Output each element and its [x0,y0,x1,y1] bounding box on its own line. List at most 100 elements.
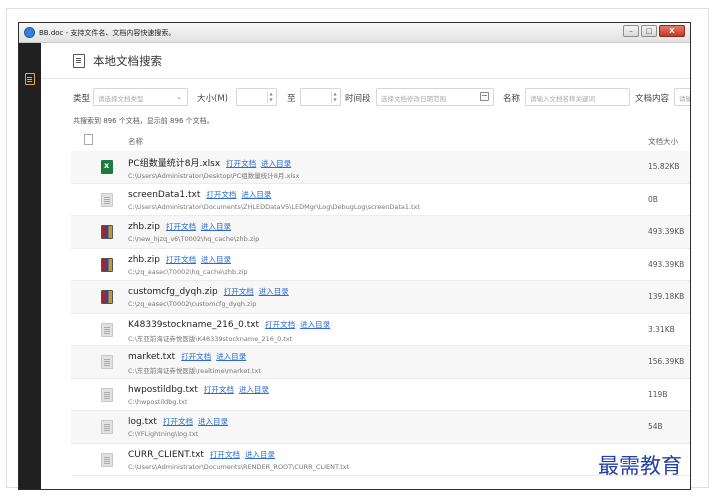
open-folder-link[interactable]: 进入目录 [245,450,275,459]
size-column-header[interactable]: 文档大小 [648,136,678,147]
zip-icon [101,225,113,239]
table-row[interactable]: screenData1.txt 打开文档 进入目录 C:\Users\Administ… [71,184,690,216]
file-size: 119B [648,389,668,399]
table-row[interactable]: customcfg_dyqh.zip 打开文档 进入目录 C:\zq_easec\T0… [71,281,690,314]
size-min-input[interactable]: ▲ ▼ [236,88,277,106]
open-folder-link[interactable]: 进入目录 [201,222,231,231]
open-folder-link[interactable]: 进入目录 [198,417,228,426]
file-name-text: log.txt [128,417,157,427]
calendar-icon[interactable] [480,92,489,101]
open-document-link[interactable]: 打开文档 [166,255,196,264]
page-header: 本地文档搜索 [41,43,690,79]
date-placeholder: 选择文档修改日期范围 [381,95,446,103]
content-search-input[interactable]: 请输... [674,88,690,106]
name-search-input[interactable]: 请输入文档名称关键词 [525,88,630,106]
name-column-header[interactable]: 名称 [128,136,143,147]
type-label: 类型 [73,94,91,104]
file-column-icon [84,134,93,145]
open-folder-link[interactable]: 进入目录 [241,190,271,199]
open-folder-link[interactable]: 进入目录 [216,352,246,361]
table-row[interactable]: hwpostildbg.txt 打开文档 进入目录 C:\hwpostildbg.tx… [71,379,690,411]
open-document-link[interactable]: 打开文档 [210,450,240,459]
open-document-link[interactable]: 打开文档 [206,190,236,199]
open-document-link[interactable]: 打开文档 [163,417,193,426]
size-label: 大小(M) [197,94,228,104]
table-row[interactable]: log.txt 打开文档 进入目录 C:\YFLightning\log.txt 54B [71,411,690,444]
size-max-input[interactable]: ▲ ▼ [300,88,341,106]
file-name: zhb.zip 打开文档 进入目录 [128,254,236,265]
row-actions: 打开文档 进入目录 [226,158,296,169]
text-file-icon [101,192,113,207]
type-placeholder: 请选择文档类型 [98,95,144,103]
content-label: 文档内容 [635,94,670,104]
file-path: C:\东亚前海证券悦医版\K48339stockname_216_0.txt [128,334,293,343]
table-row[interactable]: K48339stockname_216_0.txt 打开文档 进入目录 C:\东亚前海… [71,314,690,346]
document-icon[interactable] [25,73,35,85]
zip-icon [101,257,113,272]
row-actions: 打开文档 进入目录 [163,416,233,427]
open-document-link[interactable]: 打开文档 [166,222,196,231]
file-name-text: market.txt [128,352,176,362]
open-folder-link[interactable]: 进入目录 [259,287,289,296]
open-folder-link[interactable]: 进入目录 [239,385,269,394]
file-path: C:\Users\Administrator\Desktop\PC组数量统计8月… [128,172,300,180]
file-size: 493.39KB [648,259,685,269]
name-label: 名称 [503,94,521,104]
page-title: 本地文档搜索 [93,54,162,68]
file-size: 0B [648,194,658,204]
name-placeholder: 请输入文档名称关键词 [530,95,595,103]
file-name: PC组数量统计8月.xlsx 打开文档 进入目录 [128,156,296,169]
file-name-text: K48339stockname_216_0.txt [128,319,260,330]
text-file-icon [101,322,113,337]
open-document-link[interactable]: 打开文档 [226,159,256,168]
open-folder-link[interactable]: 进入目录 [261,159,291,168]
row-actions: 打开文档 进入目录 [204,384,274,395]
chevron-down-icon: ⌄ [176,93,182,101]
open-document-link[interactable]: 打开文档 [181,352,211,361]
minimize-button[interactable]: – [623,25,639,37]
type-select[interactable]: 请选择文档类型 ⌄ [93,88,188,106]
open-document-link[interactable]: 打开文档 [224,287,254,296]
file-path: C:\东亚前海证券悦医版\realtime\market.txt [128,367,261,375]
file-size: 54B [648,422,663,431]
file-name-text: zhb.zip [128,254,160,265]
file-size: 156.39KB [648,357,685,366]
main-panel: 本地文档搜索 类型 请选择文档类型 ⌄ 大小(M) ▲ ▼ 至 ▲ ▼ 时间段 选择… [41,43,690,489]
title-bar[interactable]: BB.doc - 支持文件名、文档内容快速搜索。 – □ X [19,23,690,43]
app-window: BB.doc - 支持文件名、文档内容快速搜索。 – □ X 本地文档搜索 类型… [18,22,691,490]
document-icon [73,54,85,68]
row-actions: 打开文档 进入目录 [265,319,335,330]
file-path: C:\hwpostildbg.txt [128,397,188,406]
table-row[interactable]: zhb.zip 打开文档 进入目录 C:\zq_easec\T0002\hq_cach… [71,249,690,281]
row-actions: 打开文档 进入目录 [224,286,294,297]
file-name-text: customcfg_dyqh.zip [128,287,218,297]
spinner-icon[interactable]: ▲ ▼ [331,91,338,103]
file-name: log.txt 打开文档 进入目录 [128,416,233,427]
file-name: CURR_CLIENT.txt 打开文档 进入目录 [128,449,280,460]
file-name-text: screenData1.txt [128,189,201,200]
watermark-text: 最需教育 [598,454,682,478]
open-document-link[interactable]: 打开文档 [204,385,234,394]
file-name: hwpostildbg.txt 打开文档 进入目录 [128,384,274,395]
text-file-icon [101,420,113,434]
open-document-link[interactable]: 打开文档 [265,320,295,329]
date-range-input[interactable]: 选择文档修改日期范围 [376,88,494,106]
file-name-text: zhb.zip [128,222,160,232]
table-row[interactable]: market.txt 打开文档 进入目录 C:\东亚前海证券悦医版\realtime\… [71,346,690,379]
filter-bar: 类型 请选择文档类型 ⌄ 大小(M) ▲ ▼ 至 ▲ ▼ 时间段 选择文档修改日期范… [41,79,690,113]
row-actions: 打开文档 进入目录 [206,189,276,200]
file-path: C:\zq_easec\T0002\hq_cache\zhb.zip [128,267,248,276]
maximize-button[interactable]: □ [641,25,657,37]
table-row[interactable]: zhb.zip 打开文档 进入目录 C:\new_hjzq_v6\T0002\hq_c… [71,216,690,249]
excel-icon [101,160,113,174]
open-folder-link[interactable]: 进入目录 [201,255,231,264]
table-header: 名称 文档大小 [71,130,690,150]
file-size: 3.31KB [648,324,675,334]
file-name-text: CURR_CLIENT.txt [128,449,204,460]
file-name: screenData1.txt 打开文档 进入目录 [128,189,276,200]
file-name: customcfg_dyqh.zip 打开文档 进入目录 [128,286,294,297]
close-button[interactable]: X [659,25,685,37]
open-folder-link[interactable]: 进入目录 [300,320,330,329]
table-row[interactable]: PC组数量统计8月.xlsx 打开文档进入目录 C:\Users\Administr… [71,151,690,184]
spinner-icon[interactable]: ▲ ▼ [267,91,274,103]
